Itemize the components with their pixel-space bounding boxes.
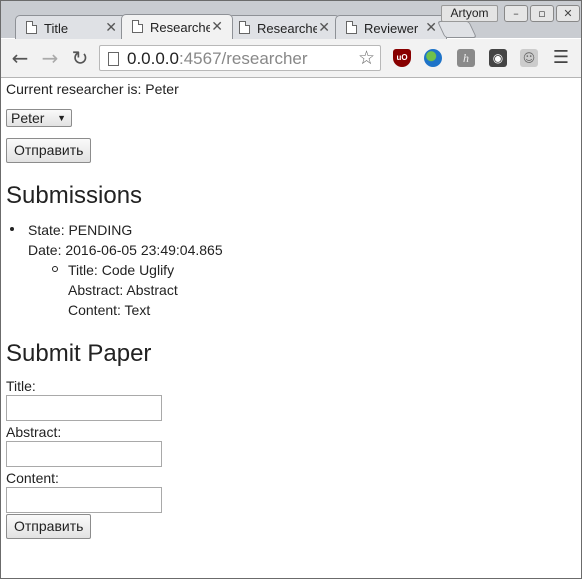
tab-label: Researcher [150, 20, 210, 35]
hypothesis-icon[interactable]: h [457, 49, 475, 67]
browser-window: Title ✕ Researcher ✕ Researcher ✕ Review… [0, 0, 582, 579]
page-content: Current researcher is: Peter Peter ▼ Отп… [6, 79, 576, 539]
circle-bullet-icon [52, 266, 58, 272]
title-input[interactable] [6, 395, 162, 421]
url-path: :4567/researcher [179, 49, 308, 68]
ublock-icon[interactable]: uO [393, 49, 411, 67]
tab-researcher[interactable]: Researcher ✕ [228, 15, 340, 39]
submissions-heading: Submissions [6, 182, 143, 209]
reload-icon[interactable]: ↻ [69, 47, 91, 69]
abstract-input[interactable] [6, 441, 162, 467]
url-host: 0.0.0.0 [127, 49, 179, 68]
researcher-select-value: Peter [11, 110, 45, 126]
abstract-label: Abstract: [6, 424, 62, 440]
maximize-button[interactable]: ▫ [530, 5, 554, 22]
select-researcher-submit-button[interactable]: Отправить [6, 138, 92, 163]
tab-title[interactable]: Title ✕ [15, 15, 127, 39]
forward-arrow-icon[interactable]: → [39, 47, 61, 69]
page-icon [132, 20, 143, 33]
tab-researcher-active[interactable]: Researcher ✕ [121, 14, 233, 39]
back-arrow-icon[interactable]: ← [9, 47, 31, 69]
title-label: Title: [6, 378, 36, 394]
new-tab-button[interactable] [437, 21, 477, 38]
profile-button[interactable]: Artyom [441, 5, 498, 22]
submit-paper-heading: Submit Paper [6, 340, 152, 367]
content-label: Content: [6, 470, 59, 486]
tab-reviewer[interactable]: Reviewer ✕ [335, 15, 447, 39]
ghost-icon[interactable]: ☺ [520, 49, 538, 67]
submission-item: State: PENDING Date: 2016-06-05 23:49:04… [10, 220, 223, 320]
page-icon [239, 21, 250, 34]
minimize-button[interactable]: – [504, 5, 528, 22]
page-icon [346, 21, 357, 34]
current-researcher-text: Current researcher is: Peter [6, 81, 179, 97]
submission-details: Title: Code Uglify Abstract: Abstract Co… [52, 260, 223, 320]
lightbulb-icon[interactable]: ◉ [489, 49, 507, 67]
tab-label: Reviewer [364, 21, 419, 36]
close-icon[interactable]: ✕ [318, 19, 330, 36]
tab-label: Researcher [257, 21, 317, 36]
page-icon [26, 21, 37, 34]
dropdown-arrow-icon: ▼ [57, 113, 66, 123]
submission-state: State: PENDING [28, 222, 133, 238]
close-icon[interactable]: ✕ [105, 19, 117, 36]
url-text[interactable]: 0.0.0.0:4567/researcher [127, 49, 308, 69]
researcher-select[interactable]: Peter ▼ [6, 109, 72, 127]
close-window-button[interactable]: ✕ [556, 5, 580, 22]
submission-content: Content: Text [68, 302, 151, 318]
bookmark-star-icon[interactable]: ☆ [358, 47, 375, 69]
page-icon [108, 52, 119, 66]
bullet-icon [10, 227, 14, 231]
close-icon[interactable]: ✕ [425, 19, 437, 36]
submit-paper-button[interactable]: Отправить [6, 514, 92, 539]
submission-title: Title: Code Uglify [68, 262, 175, 278]
menu-icon[interactable]: ☰ [552, 47, 570, 69]
submissions-list: State: PENDING Date: 2016-06-05 23:49:04… [10, 220, 223, 320]
submission-abstract: Abstract: Abstract [68, 282, 178, 298]
submission-date: Date: 2016-06-05 23:49:04.865 [28, 242, 223, 258]
close-icon[interactable]: ✕ [211, 18, 223, 35]
tab-strip: Title ✕ Researcher ✕ Researcher ✕ Review… [1, 1, 581, 39]
tab-label: Title [44, 21, 69, 36]
globe-icon[interactable] [424, 49, 442, 67]
address-bar[interactable]: 0.0.0.0:4567/researcher ☆ [99, 45, 381, 71]
content-input[interactable] [6, 487, 162, 513]
browser-toolbar: ← → ↻ 0.0.0.0:4567/researcher ☆ uO h ◉ ☺… [1, 39, 581, 78]
